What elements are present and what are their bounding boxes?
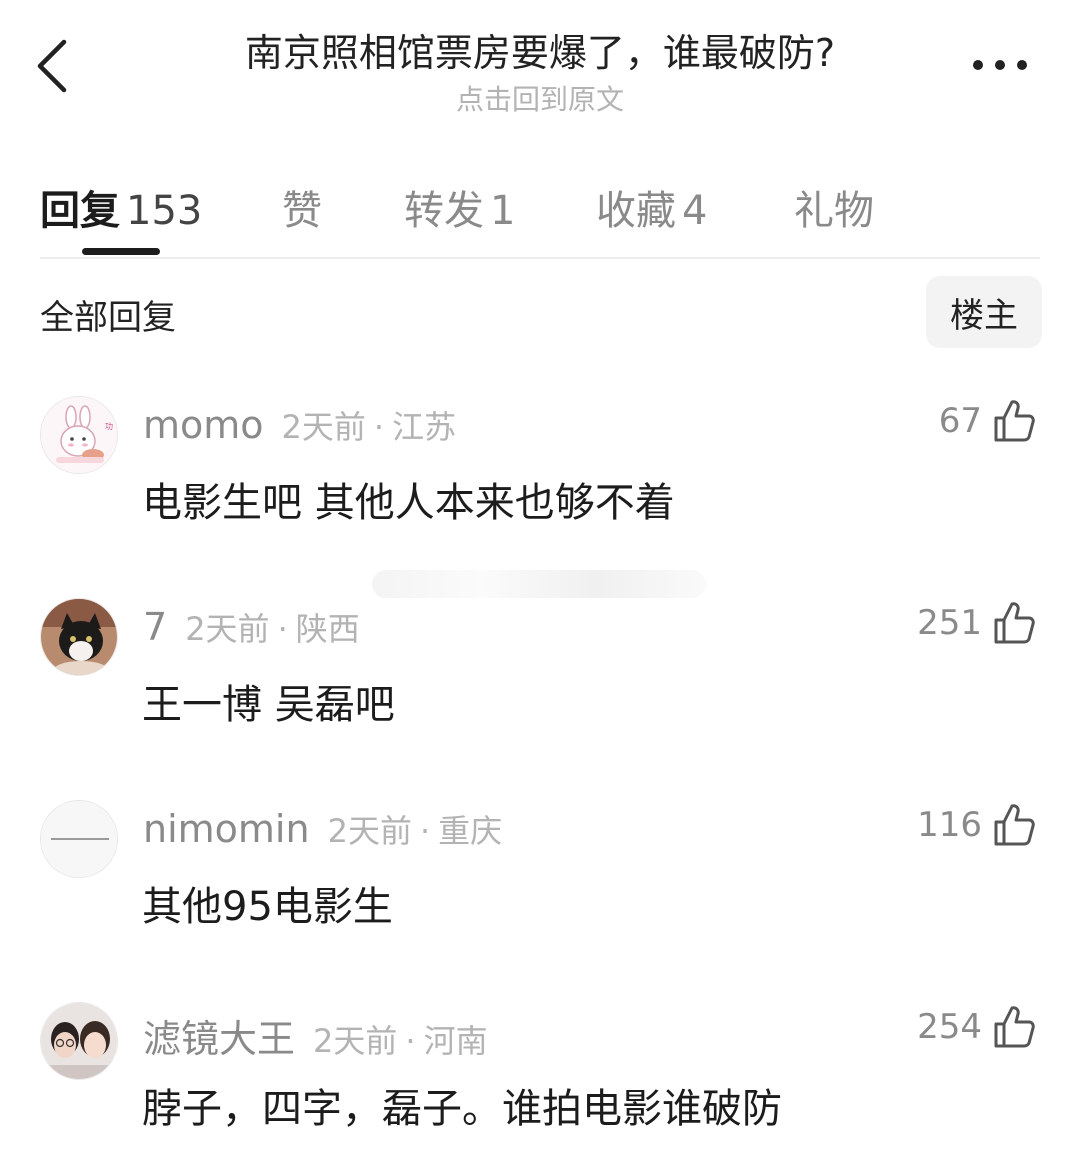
comment-location: 重庆 [438,812,503,850]
separator-dot: · [405,1022,416,1060]
back-to-post-link[interactable]: 点击回到原文 [150,78,930,118]
comment-meta: momo 2天前 · 江苏 [143,402,456,448]
comment-text: 脖子，四字，磊子。谁拍电影谁破防 [142,1086,782,1132]
comment-text: 电影生吧 其他人本来也够不着 [142,480,675,526]
comment-text: 其他95电影生 [142,884,393,930]
username[interactable]: momo [143,403,264,447]
comment-location: 江苏 [392,408,457,446]
tab-replies[interactable]: 回复 153 [40,178,202,236]
svg-text:功: 功 [105,421,113,431]
tab-likes[interactable]: 赞 [282,178,322,236]
text-quote-avatar[interactable] [40,800,118,878]
owner-only-button[interactable]: 楼主 [926,276,1042,348]
tab-count: 153 [126,188,203,234]
comment-item: 7 2天前 · 陕西 王一博 吴磊吧 251 [0,598,1080,758]
divider [40,257,1040,259]
username[interactable]: 7 [143,605,167,649]
tab-label: 转发 [404,188,484,234]
like-button[interactable]: 116 [917,800,1036,850]
watermark-overlay [372,570,706,598]
tab-label: 收藏 [596,188,676,234]
username[interactable]: 滤镜大王 [143,1017,295,1061]
comment-time: 2天前 [313,1022,398,1060]
like-count: 254 [917,1007,982,1047]
couple-photo-avatar[interactable] [40,1002,118,1080]
separator-dot: · [373,408,385,446]
comment-time: 2天前 [185,610,270,648]
comment-meta: nimomin 2天前 · 重庆 [143,806,502,852]
separator-dot: · [277,610,288,648]
comment-location: 陕西 [295,610,360,648]
post-title[interactable]: 南京照相馆票房要爆了，谁最破防? [150,22,930,77]
back-button[interactable] [28,34,88,94]
tab-count: 1 [490,188,516,234]
active-tab-indicator [82,248,160,255]
comment-location: 河南 [423,1022,488,1060]
comment-time: 2天前 [327,812,412,850]
comment-meta: 7 2天前 · 陕西 [143,604,360,650]
like-button[interactable]: 251 [917,598,1036,648]
tab-label: 礼物 [794,188,874,234]
cat-photo-avatar[interactable] [40,598,118,676]
all-replies-heading: 全部回复 [40,298,176,338]
comment-text: 王一博 吴磊吧 [142,682,395,728]
more-button[interactable] [970,50,1030,80]
tab-favorites[interactable]: 收藏 4 [596,178,707,236]
username[interactable]: nimomin [143,807,310,851]
comment-item: nimomin 2天前 · 重庆 其他95电影生 116 [0,800,1080,960]
like-count: 251 [917,603,982,643]
comment-meta: 滤镜大王 2天前 · 河南 [143,1008,488,1063]
tab-bar: 回复 153 赞 转发 1 收藏 4 礼物 [40,170,1040,260]
like-count: 116 [917,805,982,845]
tab-count: 4 [682,188,708,234]
tab-label: 赞 [282,188,322,234]
separator-dot: · [419,812,431,850]
chevron-left-icon [37,39,67,93]
like-button[interactable]: 254 [917,1002,1036,1052]
tab-gifts[interactable]: 礼物 [794,178,874,236]
thumbs-up-icon [994,602,1035,644]
thumbs-up-icon [994,400,1035,442]
more-horizontal-icon [973,60,1027,70]
rabbit-cartoon-avatar[interactable]: 功 [40,396,118,474]
comment-item: 功 momo 2天前 · 江苏 电影生吧 其他人本来也够不着 67 [0,396,1080,556]
top-bar: 南京照相馆票房要爆了，谁最破防? 点击回到原文 [0,0,1080,130]
tab-label: 回复 [40,188,120,234]
comment-time: 2天前 [281,408,366,446]
thumbs-up-icon [994,1006,1035,1048]
like-count: 67 [938,401,982,441]
thumbs-up-icon [994,804,1035,846]
tab-reposts[interactable]: 转发 1 [404,178,515,236]
like-button[interactable]: 67 [939,396,1036,446]
comment-item: 滤镜大王 2天前 · 河南 脖子，四字，磊子。谁拍电影谁破防 254 [0,1002,1080,1162]
